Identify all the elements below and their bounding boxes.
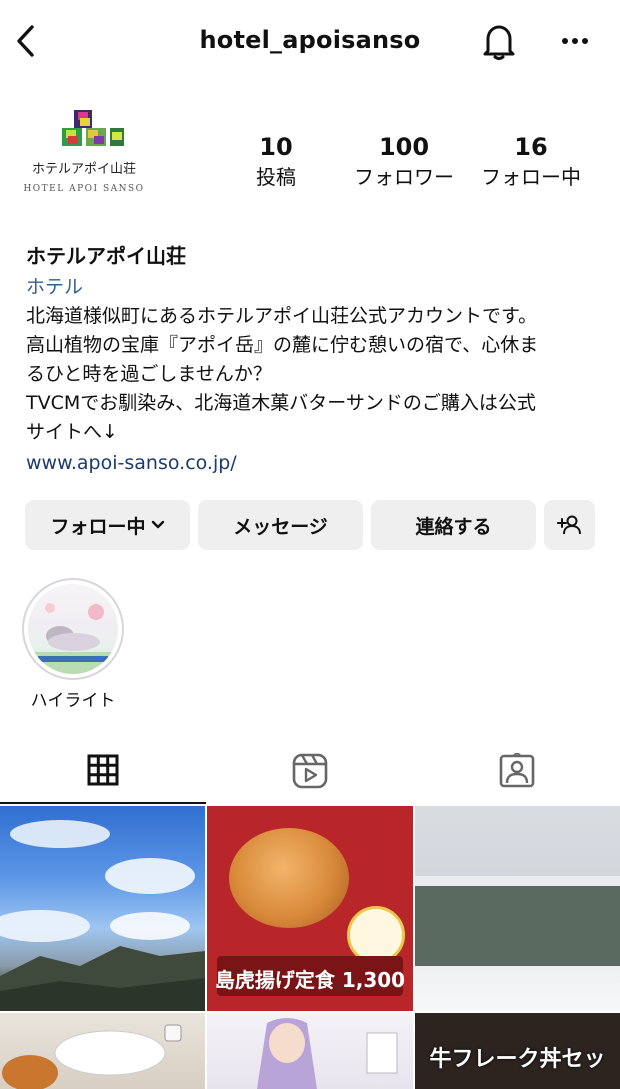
grid-icon <box>87 754 119 786</box>
tab-tagged[interactable] <box>414 738 620 804</box>
post-thumbnail[interactable]: 牛フレーク丼セッ <box>415 1013 620 1089</box>
post-thumbnail[interactable] <box>0 806 205 1011</box>
following-label: フォロー中 <box>481 165 581 189</box>
following-count: 16 <box>514 133 548 161</box>
following-button[interactable]: フォロー中 <box>25 500 190 550</box>
stat-followers[interactable]: 100 フォロワー <box>344 132 464 192</box>
bell-icon <box>483 25 515 60</box>
more-options-button[interactable] <box>558 26 592 56</box>
logo-text: ホテルアポイ山荘 <box>31 162 136 177</box>
profile-username: hotel_apoisanso <box>199 26 421 54</box>
notifications-button[interactable] <box>480 20 518 62</box>
highlight-cover-image <box>28 584 118 674</box>
message-button[interactable]: メッセージ <box>198 500 363 550</box>
contact-button-label: 連絡する <box>415 515 492 538</box>
food-image <box>229 828 349 928</box>
tagged-icon <box>499 753 535 788</box>
post-caption-overlay: 島虎揚げ定食 1,300 <box>214 968 406 992</box>
following-button-label: フォロー中 <box>50 515 146 538</box>
more-horizontal-icon <box>562 38 588 44</box>
followers-label: フォロワー <box>354 165 454 189</box>
message-button-label: メッセージ <box>233 515 328 538</box>
highlight-label: ハイライト <box>30 691 116 711</box>
bio-line: 北海道様似町にあるホテルアポイ山荘公式アカウントです。 <box>26 305 538 327</box>
bio-line: TVCMでお馴染み、北海道木菓バターサンドのご購入は公式 <box>26 392 536 414</box>
profile-category[interactable]: ホテル <box>26 272 601 302</box>
suggested-users-button[interactable] <box>544 500 595 550</box>
contact-button[interactable]: 連絡する <box>371 500 536 550</box>
tab-reels[interactable] <box>207 738 413 804</box>
bio-line: サイトへ↓ <box>26 421 118 443</box>
story-highlight[interactable]: ハイライト <box>22 578 124 711</box>
posts-grid: 島虎揚げ定食 1,300 牛フレーク丼セッ <box>0 806 620 1089</box>
highlight-cover-ring <box>22 578 124 680</box>
hotel-logo <box>62 110 124 146</box>
stat-following[interactable]: 16 フォロー中 <box>472 132 590 192</box>
stat-posts[interactable]: 10 投稿 <box>236 132 316 192</box>
posts-label: 投稿 <box>256 165 296 189</box>
post-thumbnail[interactable] <box>415 806 620 1011</box>
post-thumbnail[interactable] <box>0 1013 205 1089</box>
building-image <box>415 886 620 966</box>
post-caption-overlay: 牛フレーク丼セッ <box>429 1047 606 1072</box>
bio-line: るひと時を過ごしませんか？ <box>26 363 272 385</box>
reels-icon <box>292 753 328 789</box>
followers-count: 100 <box>378 133 430 161</box>
profile-bio: ホテルアポイ山荘 ホテル 北海道様似町にあるホテルアポイ山荘公式アカウントです。… <box>26 240 601 479</box>
top-bar: hotel_apoisanso <box>0 0 620 84</box>
posts-count: 10 <box>259 133 293 161</box>
add-person-icon <box>556 515 581 535</box>
bio-line: 高山植物の宝庫『アポイ岳』の麓に佇む憩いの宿で、心休ま <box>26 334 539 356</box>
chevron-down-icon <box>151 520 164 529</box>
post-thumbnail[interactable]: 島虎揚げ定食 1,300 <box>207 806 413 1011</box>
profile-avatar[interactable]: ホテルアポイ山荘 HOTEL APOI SANSO <box>22 96 146 206</box>
tab-posts-grid[interactable] <box>0 738 206 804</box>
logo-subtext: HOTEL APOI SANSO <box>23 184 145 194</box>
profile-tabs <box>0 738 620 804</box>
post-thumbnail[interactable] <box>207 1013 413 1089</box>
website-link[interactable]: www.apoi-sanso.co.jp/ <box>26 447 601 479</box>
profile-display-name: ホテルアポイ山荘 <box>26 244 186 268</box>
